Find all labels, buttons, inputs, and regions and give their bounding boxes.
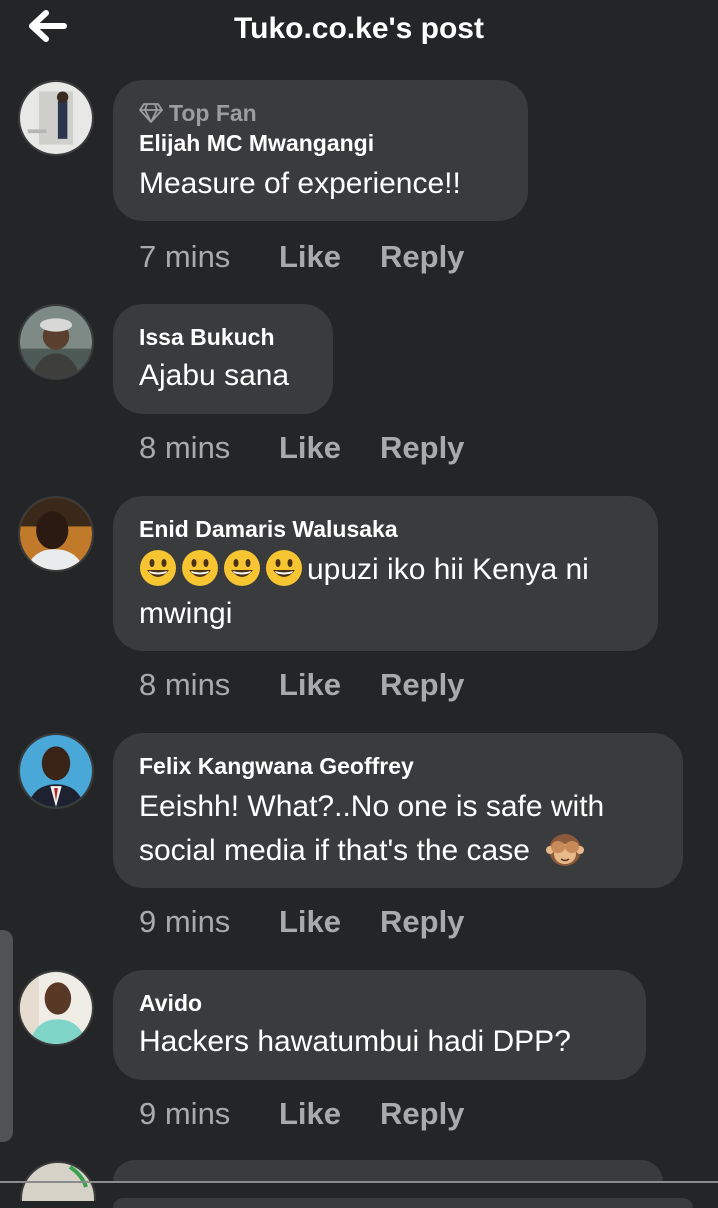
comment-author[interactable]: Elijah MC Mwangangi	[139, 128, 502, 158]
comment-bubble: Top Fan Elijah MC Mwangangi Measure of e…	[113, 80, 528, 221]
comment-actions: 8 mins Like Reply	[139, 428, 464, 468]
reply-button[interactable]: Reply	[380, 665, 464, 705]
comment-time[interactable]: 9 mins	[139, 1094, 279, 1134]
comment-time[interactable]: 8 mins	[139, 665, 279, 705]
comment-author[interactable]: Avido	[139, 988, 620, 1018]
comment-text: upuzi iko hii Kenya ni mwingi	[139, 548, 632, 636]
comment-bubble: Issa Bukuch Ajabu sana	[113, 304, 333, 414]
comment-actions: 9 mins Like Reply	[139, 902, 464, 942]
grinning-face-emoji	[139, 550, 307, 586]
like-button[interactable]: Like	[279, 428, 380, 468]
comment-bubble: Felix Kangwana Geoffrey Eeishh! What?..N…	[113, 733, 683, 888]
comment-text: Hackers hawatumbui hadi DPP?	[139, 1025, 571, 1058]
comment-time[interactable]: 8 mins	[139, 428, 279, 468]
avatar[interactable]	[18, 970, 94, 1046]
like-button[interactable]: Like	[279, 237, 380, 277]
comment-bubble	[113, 1160, 663, 1182]
see-no-evil-monkey-emoji	[546, 834, 585, 866]
comment-author[interactable]: Felix Kangwana Geoffrey	[139, 751, 657, 781]
comment-actions: 8 mins Like Reply	[139, 665, 464, 705]
comment-author[interactable]: Issa Bukuch	[139, 322, 307, 352]
comment-time[interactable]: 9 mins	[139, 902, 279, 942]
divider	[0, 1181, 718, 1183]
reply-button[interactable]: Reply	[380, 1094, 464, 1134]
avatar[interactable]	[18, 80, 94, 156]
comment-text: Eeishh! What?..No one is safe with socia…	[139, 790, 605, 867]
avatar[interactable]	[18, 496, 94, 572]
like-button[interactable]: Like	[279, 1094, 380, 1134]
top-fan-badge: Top Fan	[139, 98, 502, 128]
like-button[interactable]: Like	[279, 665, 380, 705]
top-bar: Tuko.co.ke's post	[0, 0, 718, 64]
diamond-icon	[139, 103, 163, 123]
avatar[interactable]	[18, 733, 94, 809]
comment-actions: 7 mins Like Reply	[139, 237, 464, 277]
comment-bubble: Avido Hackers hawatumbui hadi DPP?	[113, 970, 646, 1080]
like-button[interactable]: Like	[279, 902, 380, 942]
comment-bubble: Enid Damaris Walusaka upuzi iko hii Keny…	[113, 496, 658, 651]
comment-author[interactable]: Enid Damaris Walusaka	[139, 514, 632, 544]
comment-input-bar[interactable]	[113, 1198, 693, 1208]
avatar[interactable]	[18, 304, 94, 380]
reply-button[interactable]: Reply	[380, 428, 464, 468]
comment-text: Ajabu sana	[139, 359, 290, 392]
page-title: Tuko.co.ke's post	[234, 12, 484, 45]
scroll-handle[interactable]	[0, 930, 13, 1142]
reply-button[interactable]: Reply	[380, 902, 464, 942]
comment-actions: 9 mins Like Reply	[139, 1094, 464, 1134]
reply-button[interactable]: Reply	[380, 237, 464, 277]
comment-time[interactable]: 7 mins	[139, 237, 279, 277]
comment-text: Measure of experience!!	[139, 167, 461, 200]
